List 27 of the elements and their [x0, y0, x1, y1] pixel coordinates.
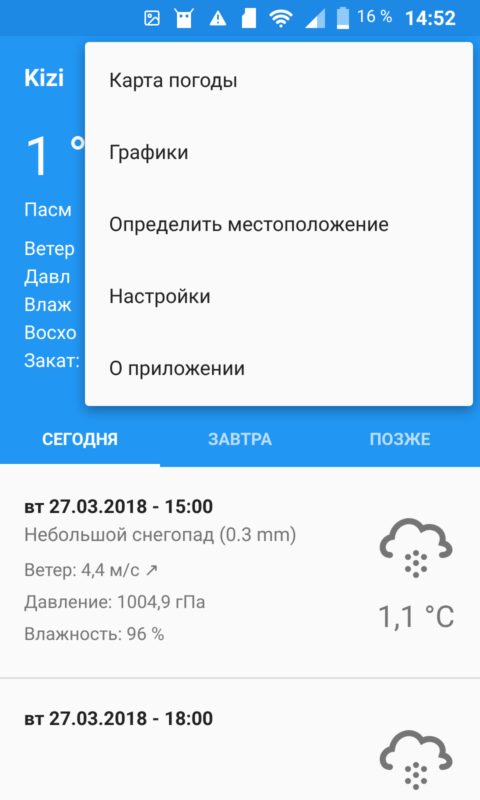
sd-card-icon: [240, 7, 257, 29]
clock: 14:52: [404, 5, 456, 32]
city-name: Kizi: [24, 63, 64, 94]
weather-detail: Давл: [24, 264, 70, 290]
android-icon: [172, 7, 195, 29]
menu-item[interactable]: Карта погоды: [85, 44, 473, 116]
menu-item[interactable]: Определить местоположение: [85, 188, 473, 260]
forecast-temperature: 1,1 °C: [377, 598, 455, 636]
forecast-humidity: Влажность: 96 %: [24, 622, 166, 646]
battery-percentage: 16 %: [356, 6, 392, 30]
forecast-date: вт 27.03.2018 - 15:00: [24, 494, 214, 518]
weather-detail: Восхо: [24, 320, 77, 346]
forecast-date: вт 27.03.2018 - 18:00: [24, 706, 214, 730]
weather-detail: Ветер: [24, 236, 75, 262]
forecast-pressure: Давление: 1004,9 гПа: [24, 590, 206, 614]
current-temperature: 1 °: [24, 128, 88, 188]
weather-condition: Пасм: [24, 197, 72, 223]
forecast-wind: Ветер: 4,4 м/с ↗: [24, 558, 160, 582]
menu-item[interactable]: Настройки: [85, 260, 473, 332]
menu-item[interactable]: О приложении: [85, 332, 473, 404]
weather-detail: Закат:: [24, 348, 80, 374]
weather-detail: Влаж: [24, 292, 72, 318]
forecast-description: Небольшой снегопад (0.3 mm): [24, 522, 297, 548]
picture-icon: [142, 9, 161, 27]
signal-icon: [304, 8, 325, 28]
menu-item[interactable]: Графики: [85, 116, 473, 188]
battery-icon: [336, 7, 349, 29]
